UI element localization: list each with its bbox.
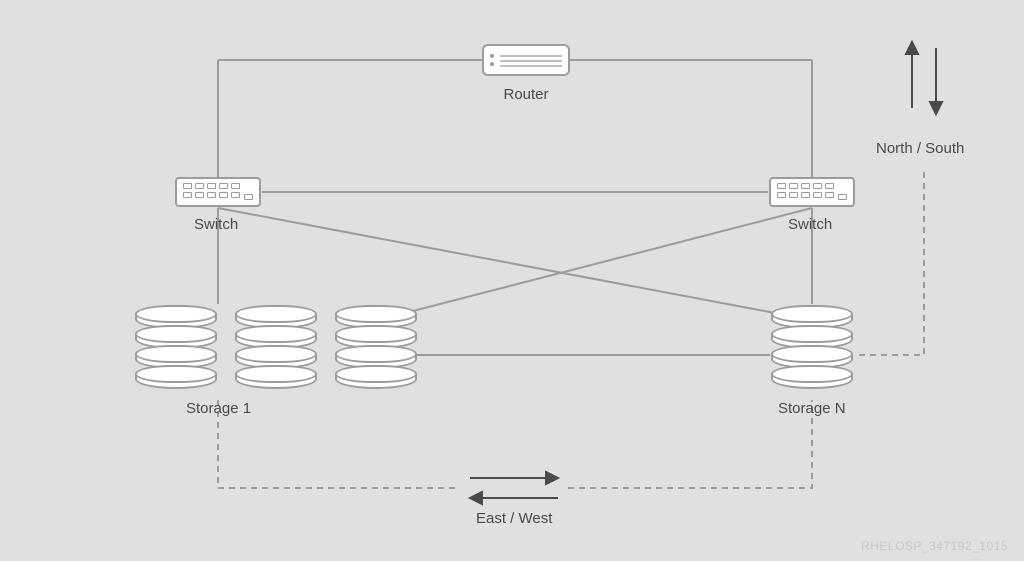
storage-right-label: Storage N	[778, 400, 846, 417]
switch-icon	[175, 177, 261, 207]
switch-right-label: Switch	[788, 216, 832, 233]
switch-left-label: Switch	[194, 216, 238, 233]
router-icon	[482, 44, 570, 76]
disk-icon	[771, 365, 853, 389]
storage-stack	[335, 305, 417, 389]
connection-lines	[0, 0, 1024, 561]
watermark-text: RHELOSP_347192_1015	[861, 539, 1008, 553]
disk-icon	[335, 365, 417, 389]
switch-ports-icon	[777, 183, 835, 199]
diagram-canvas: Router Switch Switch	[0, 0, 1024, 561]
disk-icon	[135, 365, 217, 389]
switch-right-node	[769, 177, 855, 207]
switch-left-node	[175, 177, 261, 207]
east-west-label: East / West	[476, 510, 552, 527]
router-label: Router	[490, 86, 562, 103]
router-node	[482, 44, 570, 76]
storage-left-label: Storage 1	[186, 400, 251, 417]
switch-ports-icon	[183, 183, 241, 199]
storage-stack	[135, 305, 217, 389]
storage-stack	[771, 305, 853, 389]
disk-icon	[235, 365, 317, 389]
north-south-label: North / South	[876, 140, 964, 157]
storage-stack	[235, 305, 317, 389]
switch-icon	[769, 177, 855, 207]
